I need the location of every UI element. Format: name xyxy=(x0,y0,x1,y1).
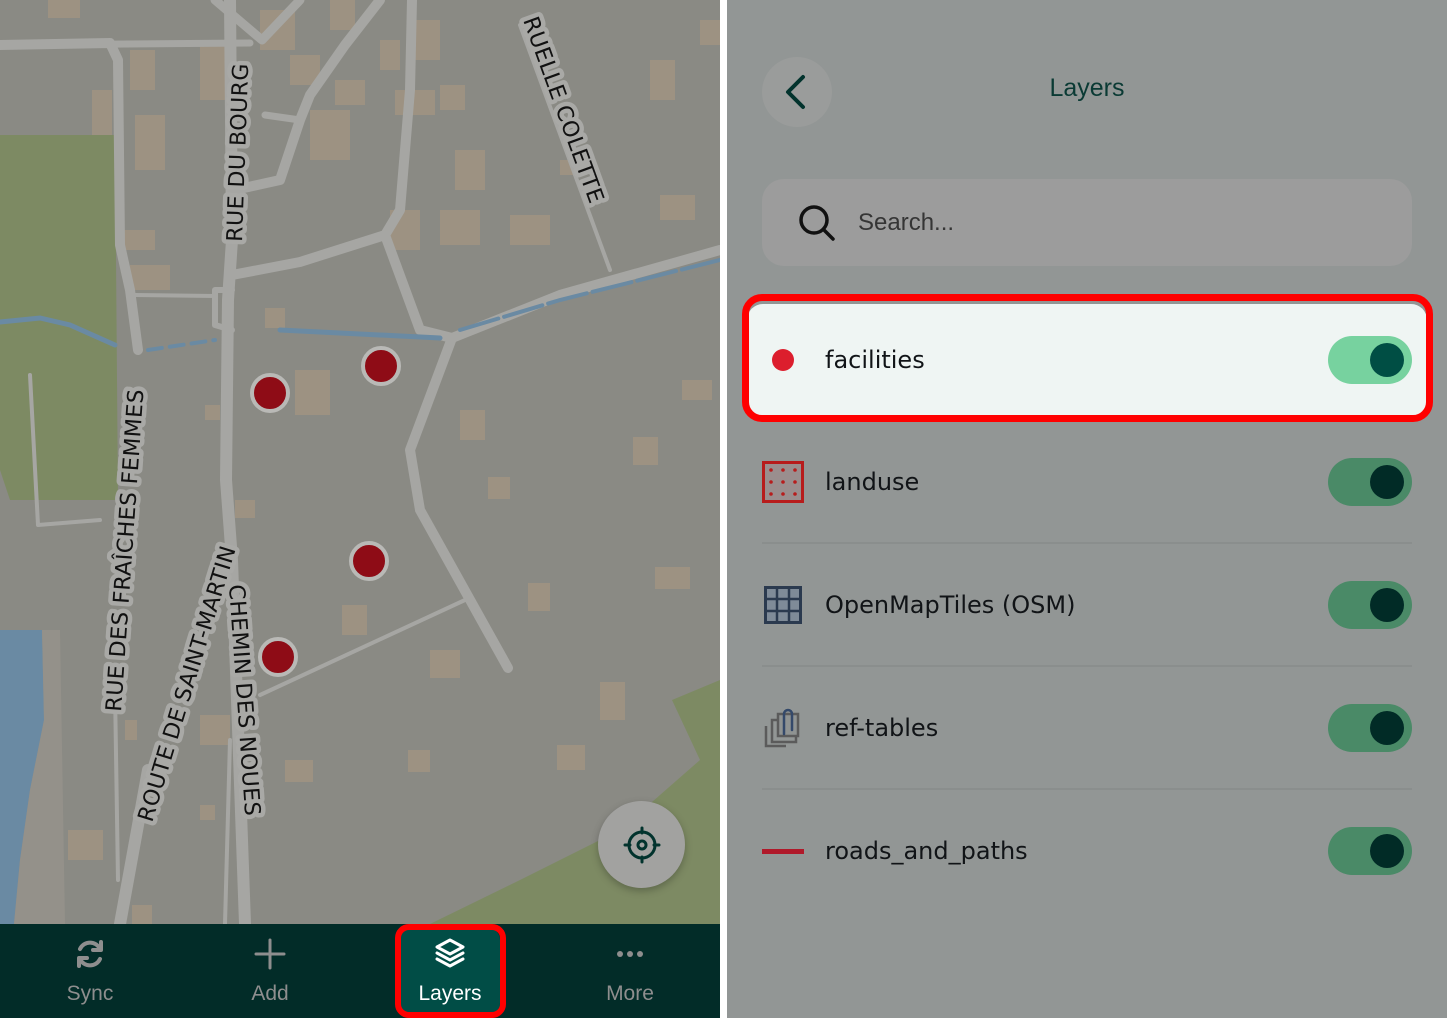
page-title: Layers xyxy=(1049,74,1125,102)
nav-add-label: Add xyxy=(251,982,289,1005)
nav-sync-button[interactable]: Sync xyxy=(0,924,180,1018)
toggle-knob xyxy=(1370,587,1404,622)
layer-row-landuse[interactable]: landuse xyxy=(762,421,1412,542)
nav-more-label: More xyxy=(606,982,654,1005)
layers-icon xyxy=(432,936,468,972)
bottom-navigation: Sync Add Layers More xyxy=(0,924,720,1018)
map-screen: RUE DU BOURG RUELLE COLETTE RUE DES FRAÎ… xyxy=(0,0,720,1018)
layer-row-ref-tables[interactable]: ref-tables xyxy=(762,667,1412,788)
toggle-knob xyxy=(1370,833,1404,868)
park-area xyxy=(0,135,118,500)
layer-name: landuse xyxy=(825,467,920,496)
polygon-layer-icon xyxy=(762,460,804,503)
layer-visibility-toggle[interactable] xyxy=(1328,457,1412,506)
layer-name: roads_and_paths xyxy=(825,836,1028,865)
app-root: RUE DU BOURG RUELLE COLETTE RUE DES FRAÎ… xyxy=(0,0,1447,1018)
layer-name: facilities xyxy=(825,346,925,374)
facility-marker[interactable] xyxy=(250,373,290,413)
nav-add-button[interactable]: Add xyxy=(180,924,360,1018)
sync-icon xyxy=(72,936,108,972)
search-field[interactable] xyxy=(762,179,1412,266)
layer-row-roads-and-paths[interactable]: roads_and_paths xyxy=(762,790,1412,911)
toggle-knob xyxy=(1370,343,1404,377)
map-canvas[interactable]: RUE DU BOURG RUELLE COLETTE RUE DES FRAÎ… xyxy=(0,0,720,924)
toggle-knob xyxy=(1370,710,1404,745)
more-horizontal-icon xyxy=(612,936,648,972)
layer-visibility-toggle[interactable] xyxy=(1328,580,1412,629)
facility-marker[interactable] xyxy=(349,541,389,581)
nav-layers-label: Layers xyxy=(418,982,482,1005)
locate-me-button[interactable] xyxy=(598,801,685,888)
panel-divider xyxy=(720,0,727,1018)
layer-row-openmaptiles[interactable]: OpenMapTiles (OSM) xyxy=(762,544,1412,665)
raster-grid-icon xyxy=(762,584,804,626)
facility-marker[interactable] xyxy=(361,346,401,386)
point-layer-icon xyxy=(762,339,804,381)
toggle-knob xyxy=(1370,464,1404,499)
nav-more-button[interactable]: More xyxy=(540,924,720,1018)
crosshair-icon xyxy=(623,826,660,863)
layers-screen: Layers facilities xyxy=(727,0,1447,1018)
nav-sync-label: Sync xyxy=(66,982,114,1005)
facility-marker[interactable] xyxy=(258,637,298,677)
search-input[interactable] xyxy=(858,208,1378,237)
plus-icon xyxy=(252,936,288,972)
layer-name: ref-tables xyxy=(825,713,939,742)
search-icon xyxy=(799,204,835,241)
layer-visibility-toggle[interactable] xyxy=(1328,336,1412,384)
nav-layers-button[interactable]: Layers xyxy=(360,924,540,1018)
line-layer-icon xyxy=(762,830,804,872)
layer-list: facilities landuse OpenMapTiles (OSM) re… xyxy=(747,300,1427,911)
layer-row-facilities[interactable]: facilities xyxy=(747,304,1427,416)
layer-name: OpenMapTiles (OSM) xyxy=(825,590,1076,619)
layer-visibility-toggle[interactable] xyxy=(1328,703,1412,752)
attachment-table-icon xyxy=(762,707,804,749)
layer-visibility-toggle[interactable] xyxy=(1328,826,1412,875)
